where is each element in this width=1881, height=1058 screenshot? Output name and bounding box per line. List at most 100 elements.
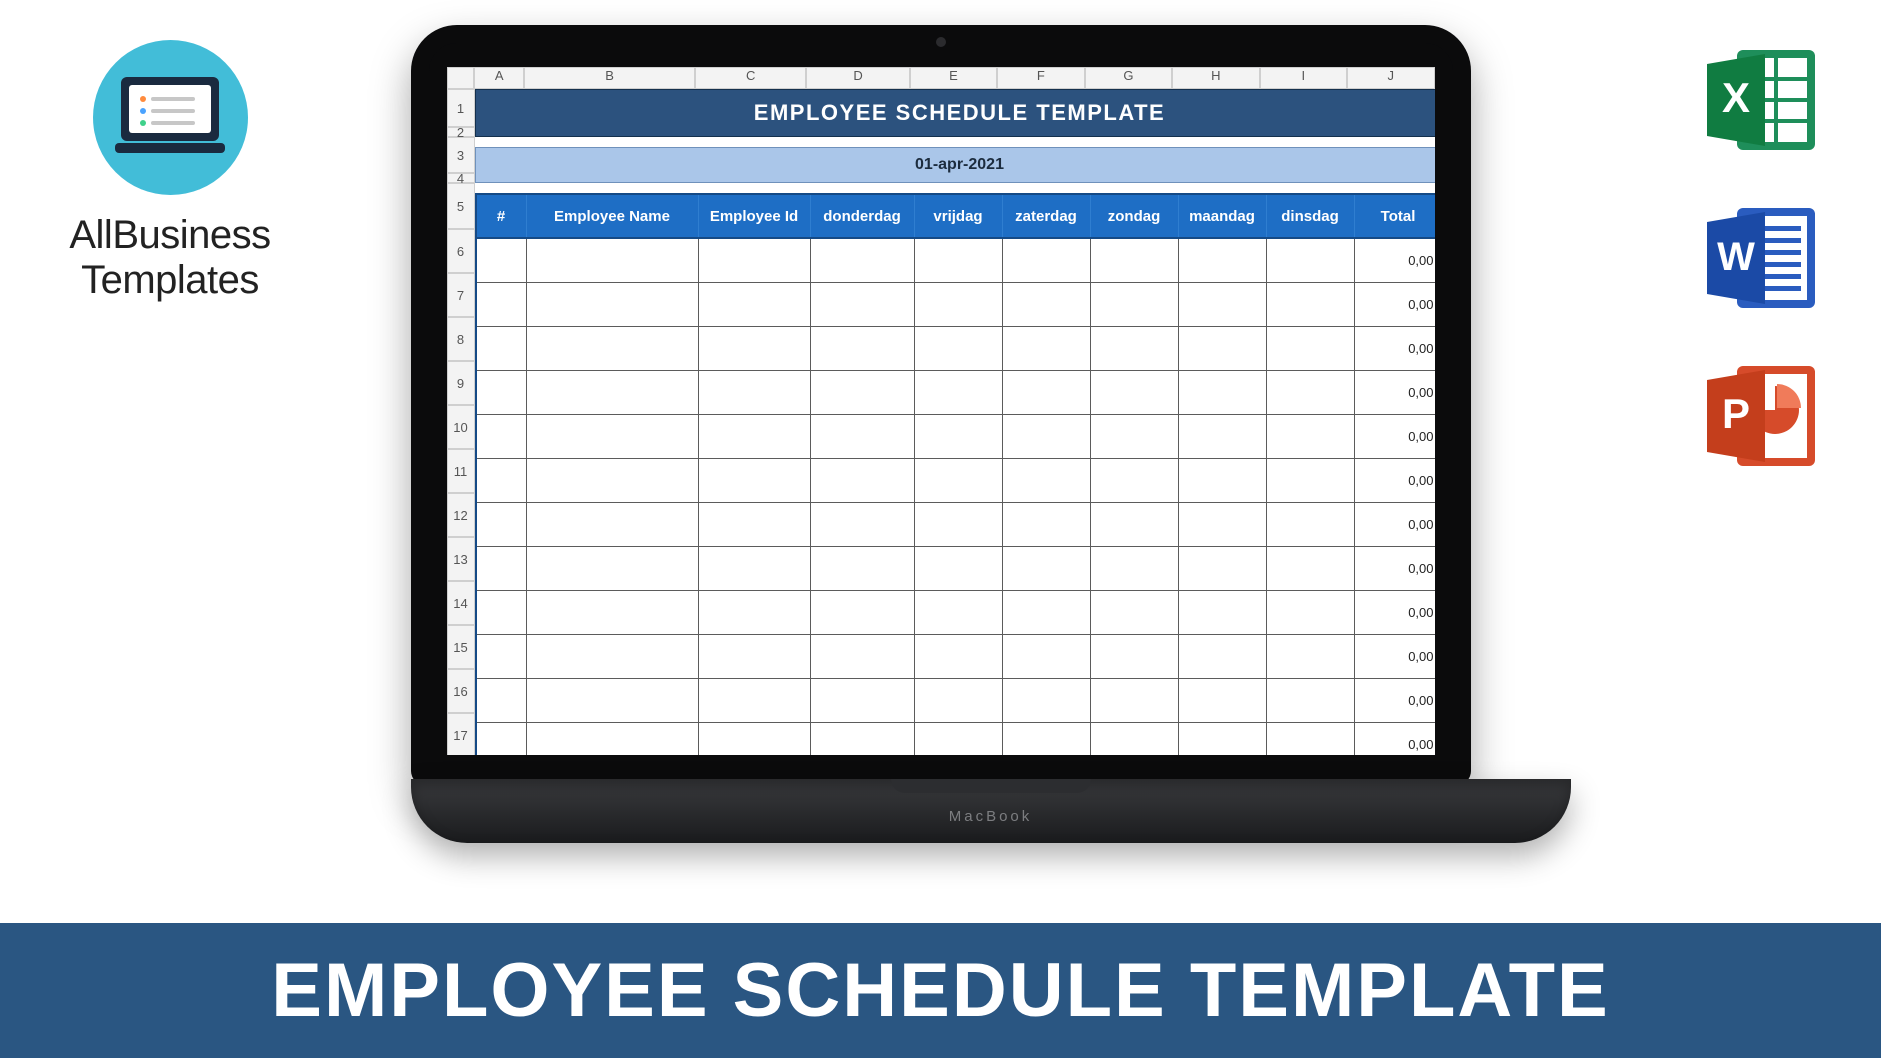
cell[interactable] <box>527 591 699 634</box>
table-row[interactable]: 0,00 <box>477 283 1435 327</box>
cell[interactable] <box>527 283 699 326</box>
row-header-4[interactable]: 4 <box>447 173 475 183</box>
cell[interactable] <box>477 239 527 282</box>
cell[interactable] <box>527 723 699 755</box>
cell[interactable] <box>527 459 699 502</box>
cell[interactable] <box>915 327 1003 370</box>
cell[interactable] <box>699 371 811 414</box>
cell[interactable] <box>915 415 1003 458</box>
row-header-10[interactable]: 10 <box>447 405 475 449</box>
cell[interactable] <box>477 415 527 458</box>
cell[interactable] <box>699 723 811 755</box>
cell-total[interactable]: 0,00 <box>1355 723 1435 755</box>
cell[interactable] <box>477 459 527 502</box>
cell[interactable] <box>1091 679 1179 722</box>
row-header-2[interactable]: 2 <box>447 127 475 137</box>
cell[interactable] <box>811 327 915 370</box>
cell[interactable] <box>477 679 527 722</box>
cell[interactable] <box>1091 415 1179 458</box>
col-header-G[interactable]: G <box>1085 67 1172 89</box>
cell-total[interactable]: 0,00 <box>1355 679 1435 722</box>
cell[interactable] <box>1267 635 1355 678</box>
col-header-D[interactable]: D <box>806 67 909 89</box>
table-row[interactable]: 0,00 <box>477 371 1435 415</box>
cell[interactable] <box>811 371 915 414</box>
cell[interactable] <box>1003 679 1091 722</box>
cell[interactable] <box>1091 635 1179 678</box>
cell[interactable] <box>477 723 527 755</box>
cell[interactable] <box>477 591 527 634</box>
cell[interactable] <box>915 503 1003 546</box>
row-header-13[interactable]: 13 <box>447 537 475 581</box>
cell[interactable] <box>1091 239 1179 282</box>
cell[interactable] <box>527 635 699 678</box>
cell[interactable] <box>1091 459 1179 502</box>
row-header-1[interactable]: 1 <box>447 89 475 127</box>
row-header-3[interactable]: 3 <box>447 137 475 173</box>
cell[interactable] <box>1267 371 1355 414</box>
table-row[interactable]: 0,00 <box>477 239 1435 283</box>
cell[interactable] <box>1267 239 1355 282</box>
cell[interactable] <box>527 503 699 546</box>
cell[interactable] <box>527 239 699 282</box>
cell[interactable] <box>1179 283 1267 326</box>
table-row[interactable]: 0,00 <box>477 635 1435 679</box>
cell[interactable] <box>1267 503 1355 546</box>
col-header-F[interactable]: F <box>997 67 1084 89</box>
cell[interactable] <box>1003 503 1091 546</box>
cell[interactable] <box>527 371 699 414</box>
cell[interactable] <box>915 371 1003 414</box>
cell[interactable] <box>477 547 527 590</box>
cell[interactable] <box>811 591 915 634</box>
cell-total[interactable]: 0,00 <box>1355 327 1435 370</box>
table-row[interactable]: 0,00 <box>477 547 1435 591</box>
col-header-A[interactable]: A <box>474 67 524 89</box>
cell-total[interactable]: 0,00 <box>1355 371 1435 414</box>
row-header-6[interactable]: 6 <box>447 229 475 273</box>
cell[interactable] <box>699 591 811 634</box>
cell[interactable] <box>1003 327 1091 370</box>
cell[interactable] <box>699 415 811 458</box>
cell[interactable] <box>699 635 811 678</box>
cell[interactable] <box>477 635 527 678</box>
table-row[interactable]: 0,00 <box>477 327 1435 371</box>
cell[interactable] <box>915 547 1003 590</box>
cell[interactable] <box>1179 239 1267 282</box>
cell[interactable] <box>1267 591 1355 634</box>
row-header-17[interactable]: 17 <box>447 713 475 755</box>
cell-total[interactable]: 0,00 <box>1355 503 1435 546</box>
cell-total[interactable]: 0,00 <box>1355 283 1435 326</box>
cell[interactable] <box>1091 503 1179 546</box>
cell[interactable] <box>527 327 699 370</box>
cell[interactable] <box>1179 635 1267 678</box>
cell[interactable] <box>1003 371 1091 414</box>
cell[interactable] <box>477 283 527 326</box>
table-row[interactable]: 0,00 <box>477 459 1435 503</box>
cell[interactable] <box>527 415 699 458</box>
cell[interactable] <box>527 679 699 722</box>
cell[interactable] <box>915 239 1003 282</box>
cell-total[interactable]: 0,00 <box>1355 591 1435 634</box>
cell[interactable] <box>1179 415 1267 458</box>
row-header-11[interactable]: 11 <box>447 449 475 493</box>
cell[interactable] <box>477 327 527 370</box>
row-header-16[interactable]: 16 <box>447 669 475 713</box>
cell[interactable] <box>1267 415 1355 458</box>
cell[interactable] <box>811 283 915 326</box>
cell[interactable] <box>699 459 811 502</box>
cell[interactable] <box>1179 327 1267 370</box>
cell[interactable] <box>1179 591 1267 634</box>
table-row[interactable]: 0,00 <box>477 723 1435 755</box>
cell[interactable] <box>1003 283 1091 326</box>
row-header-15[interactable]: 15 <box>447 625 475 669</box>
cell[interactable] <box>915 635 1003 678</box>
cell-total[interactable]: 0,00 <box>1355 547 1435 590</box>
row-header-7[interactable]: 7 <box>447 273 475 317</box>
cell[interactable] <box>1091 723 1179 755</box>
table-row[interactable]: 0,00 <box>477 415 1435 459</box>
cell[interactable] <box>811 723 915 755</box>
cell[interactable] <box>699 547 811 590</box>
col-header-I[interactable]: I <box>1260 67 1347 89</box>
cell[interactable] <box>1003 459 1091 502</box>
cell[interactable] <box>811 415 915 458</box>
